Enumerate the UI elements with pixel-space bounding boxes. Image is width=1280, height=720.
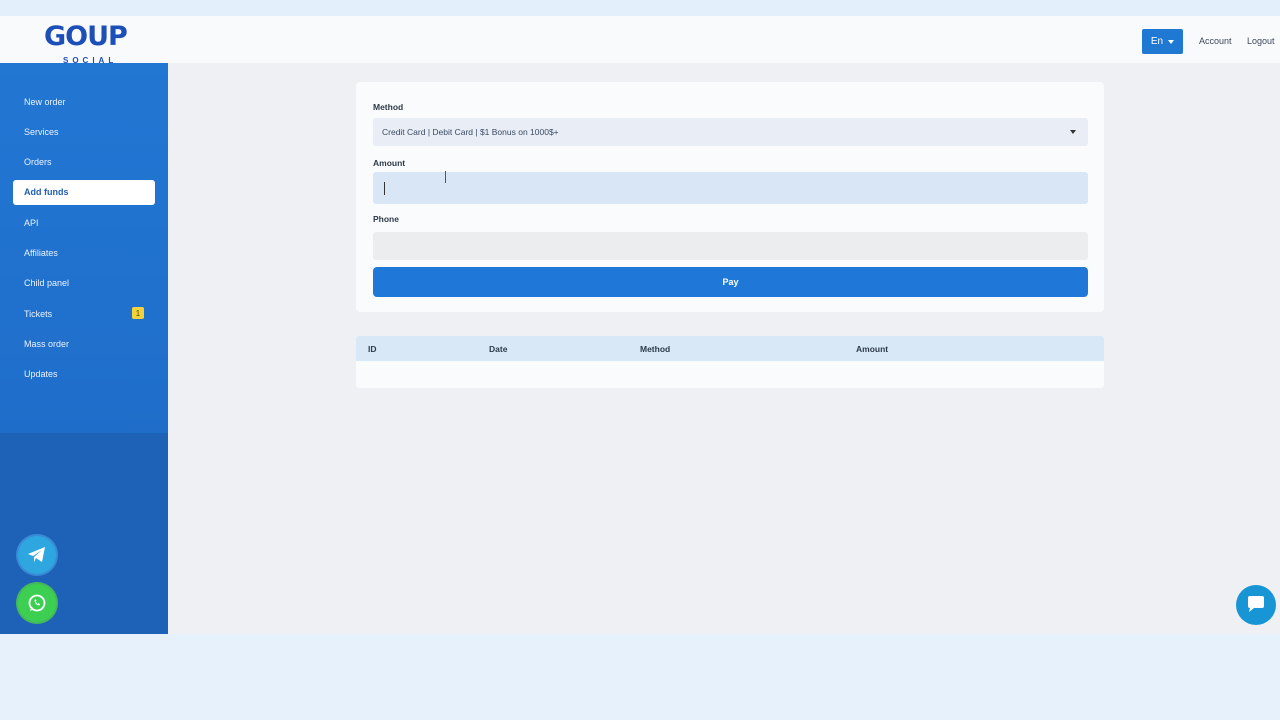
column-header-method: Method [640,344,671,354]
method-select[interactable]: Credit Card | Debit Card | $1 Bonus on 1… [373,118,1088,146]
logo-text: GOUP [44,21,128,52]
top-strip [0,0,1280,16]
text-caret [384,182,385,195]
sidebar-item-services[interactable]: Services [13,119,155,144]
add-funds-card: Method Credit Card | Debit Card | $1 Bon… [356,82,1104,312]
logout-link[interactable]: Logout [1247,36,1275,46]
sidebar-item-tickets[interactable]: Tickets 1 [13,301,155,326]
column-header-amount: Amount [856,344,889,354]
account-link[interactable]: Account [1199,36,1232,46]
sidebar-item-label: Child panel [24,278,70,289]
sidebar-item-orders[interactable]: Orders [13,150,155,175]
sidebar-item-label: Updates [24,369,58,380]
payments-history-table: ID Date Method Amount [356,336,1104,388]
telegram-icon [28,547,45,562]
sidebar-item-updates[interactable]: Updates [13,362,155,387]
table-header: ID Date Method Amount [356,336,1104,361]
sidebar-item-child-panel[interactable]: Child panel [13,271,155,296]
sidebar-item-add-funds[interactable]: Add funds [13,179,155,205]
sidebar-item-label: New order [24,96,66,107]
chevron-down-icon [1070,130,1076,134]
sidebar-item-label: Mass order [24,338,70,349]
top-header: GOUP SOCIAL En Account Logout [0,16,1280,66]
amount-input[interactable] [373,172,1088,204]
brand-logo[interactable]: GOUP SOCIAL [44,22,128,66]
pay-button[interactable]: Pay [373,267,1088,297]
sidebar-item-label: Services [24,126,59,137]
phone-input[interactable] [373,232,1088,260]
whatsapp-button[interactable] [18,584,56,622]
chat-bubble-icon [1248,596,1264,612]
sidebar-nav: New order Services Orders Add funds API … [13,89,155,392]
ibeam-cursor-icon [445,171,448,183]
sidebar-item-api[interactable]: API [13,210,155,235]
amount-label: Amount [373,158,406,168]
chevron-down-icon [1168,39,1175,44]
live-chat-button[interactable] [1236,585,1276,625]
language-label: En [1150,36,1164,47]
column-header-date: Date [489,344,508,354]
tickets-badge: 1 [132,307,144,320]
whatsapp-icon [28,594,46,612]
sidebar-item-label: Add funds [24,187,69,198]
phone-label: Phone [373,214,399,224]
sidebar-item-mass-order[interactable]: Mass order [13,331,155,356]
column-header-id: ID [368,344,377,354]
language-dropdown[interactable]: En [1142,29,1183,54]
sidebar-item-new-order[interactable]: New order [13,89,155,114]
sidebar: New order Services Orders Add funds API … [0,63,168,634]
method-selected-value: Credit Card | Debit Card | $1 Bonus on 1… [382,127,559,137]
sidebar-item-label: Orders [24,157,52,168]
method-label: Method [373,102,404,112]
sidebar-item-label: Affiliates [24,247,58,258]
sidebar-item-label: API [24,217,39,228]
telegram-button[interactable] [18,536,56,574]
sidebar-item-affiliates[interactable]: Affiliates [13,240,155,265]
sidebar-item-label: Tickets [24,308,53,319]
